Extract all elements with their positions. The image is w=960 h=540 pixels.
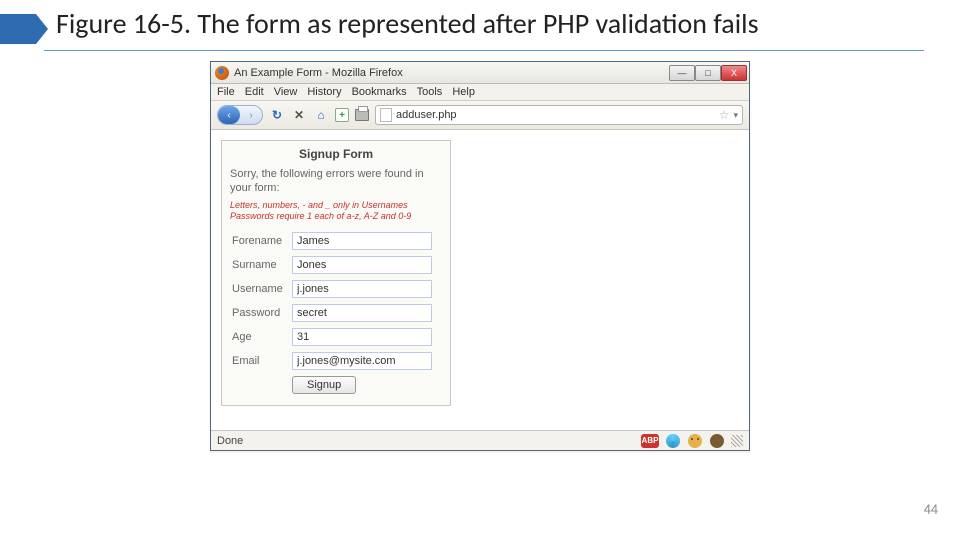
- minimize-button[interactable]: —: [669, 65, 695, 81]
- password-field[interactable]: [292, 304, 432, 322]
- extension-gear-icon[interactable]: [665, 433, 681, 449]
- reload-icon[interactable]: ↻: [269, 107, 285, 123]
- surname-field[interactable]: [292, 256, 432, 274]
- browser-content: Signup Form Sorry, the following errors …: [211, 130, 749, 430]
- menu-tools[interactable]: Tools: [417, 86, 443, 98]
- home-icon[interactable]: ⌂: [313, 107, 329, 123]
- username-field[interactable]: [292, 280, 432, 298]
- bookmark-star-icon[interactable]: ☆: [719, 108, 730, 122]
- toolbar: ‹ › ↻ ✕ ⌂ + adduser.php ☆ ▾: [211, 101, 749, 130]
- menu-view[interactable]: View: [274, 86, 298, 98]
- form-error-intro: Sorry, the following errors were found i…: [230, 167, 442, 196]
- slide-title: Figure 16-5. The form as represented aft…: [56, 8, 759, 40]
- slide-arrow-icon: [0, 14, 36, 44]
- print-icon[interactable]: [355, 109, 369, 121]
- label-password: Password: [230, 301, 290, 325]
- stop-icon[interactable]: ✕: [291, 107, 307, 123]
- slide-divider: [44, 50, 924, 51]
- label-age: Age: [230, 325, 290, 349]
- close-button[interactable]: X: [721, 65, 747, 81]
- adblock-icon[interactable]: ABP: [641, 434, 659, 448]
- browser-window: An Example Form - Mozilla Firefox — □ X …: [210, 61, 750, 451]
- label-email: Email: [230, 349, 290, 373]
- menu-file[interactable]: File: [217, 86, 235, 98]
- address-text[interactable]: adduser.php: [396, 109, 715, 121]
- page-number: 44: [924, 501, 938, 518]
- address-bar[interactable]: adduser.php ☆ ▾: [375, 105, 743, 125]
- forward-button[interactable]: ›: [240, 106, 262, 124]
- menu-bookmarks[interactable]: Bookmarks: [352, 86, 407, 98]
- window-title: An Example Form - Mozilla Firefox: [234, 67, 669, 79]
- error-line-1: Letters, numbers, - and _ only in Userna…: [230, 200, 408, 210]
- email-field[interactable]: [292, 352, 432, 370]
- menu-bar: File Edit View History Bookmarks Tools H…: [211, 84, 749, 101]
- label-forename: Forename: [230, 229, 290, 253]
- label-surname: Surname: [230, 253, 290, 277]
- error-line-2: Passwords require 1 each of a-z, A-Z and…: [230, 211, 411, 221]
- forename-field[interactable]: [292, 232, 432, 250]
- label-username: Username: [230, 277, 290, 301]
- maximize-button[interactable]: □: [695, 65, 721, 81]
- form-error-messages: Letters, numbers, - and _ only in Userna…: [230, 200, 442, 223]
- back-button[interactable]: ‹: [218, 106, 240, 124]
- page-icon: [380, 108, 392, 122]
- extension-face-icon[interactable]: [687, 433, 703, 449]
- menu-history[interactable]: History: [307, 86, 341, 98]
- new-tab-icon[interactable]: +: [335, 108, 349, 122]
- browser-titlebar: An Example Form - Mozilla Firefox — □ X: [211, 62, 749, 84]
- status-bar: Done ABP: [211, 430, 749, 450]
- signup-button[interactable]: Signup: [292, 376, 356, 394]
- age-field[interactable]: [292, 328, 432, 346]
- status-text: Done: [217, 435, 635, 447]
- signup-form: Signup Form Sorry, the following errors …: [221, 140, 451, 406]
- form-title: Signup Form: [230, 145, 442, 167]
- address-dropdown-icon[interactable]: ▾: [733, 110, 738, 121]
- resize-grip-icon[interactable]: [731, 435, 743, 447]
- menu-edit[interactable]: Edit: [245, 86, 264, 98]
- greasemonkey-icon[interactable]: [709, 433, 725, 449]
- menu-help[interactable]: Help: [452, 86, 475, 98]
- firefox-icon: [215, 66, 229, 80]
